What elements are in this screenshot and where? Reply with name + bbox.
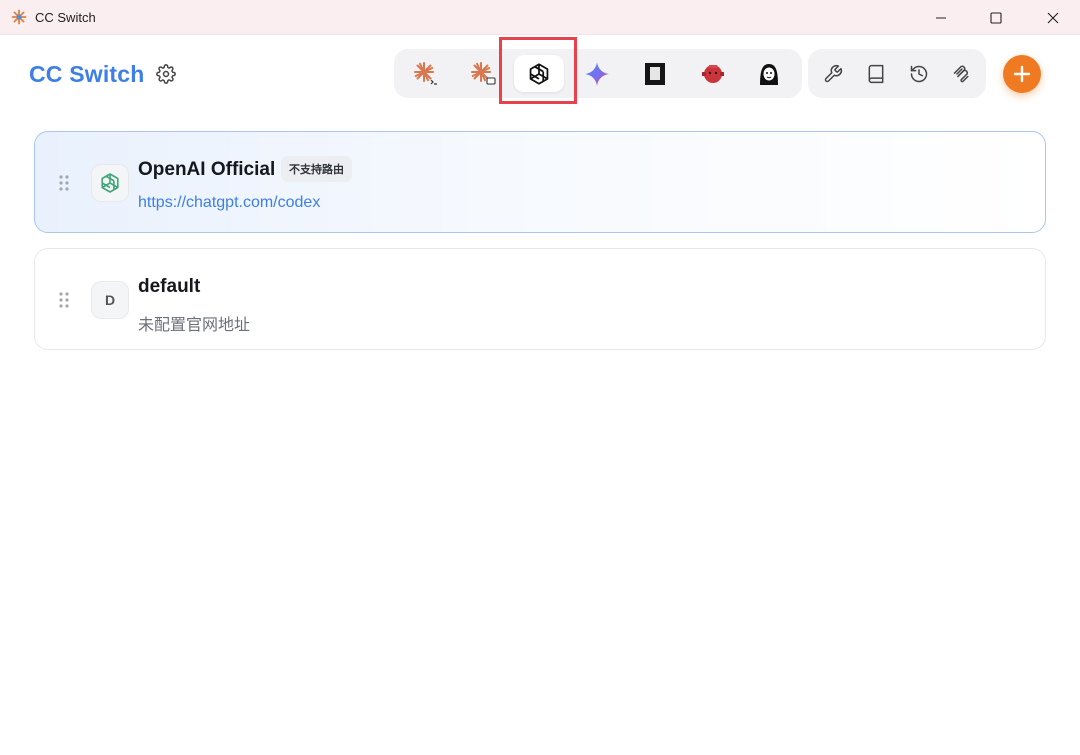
- wrench-icon: [824, 64, 843, 83]
- provider-url-link[interactable]: https://chatgpt.com/codex: [138, 194, 320, 212]
- provider-card-default[interactable]: D default 未配置官网地址: [34, 248, 1046, 350]
- claude-terminal-icon: [414, 61, 437, 85]
- tab-gemini[interactable]: [572, 55, 622, 92]
- maximize-button[interactable]: [968, 0, 1024, 35]
- provider-name: default: [138, 276, 201, 297]
- minimize-button[interactable]: [913, 0, 969, 35]
- provider-avatar-letter: D: [91, 281, 129, 319]
- prompts-button[interactable]: [861, 59, 891, 89]
- gear-icon: [156, 64, 176, 84]
- tab-claude-code[interactable]: [401, 55, 451, 92]
- tools-toolbar: [808, 49, 986, 98]
- opencode-icon: [645, 62, 665, 85]
- close-icon: [1047, 12, 1059, 23]
- drag-handle-icon[interactable]: [58, 174, 70, 192]
- minimize-icon: [936, 17, 946, 18]
- tab-agent[interactable]: [744, 55, 794, 92]
- add-provider-button[interactable]: [1003, 55, 1041, 93]
- book-icon: [868, 64, 884, 84]
- openai-icon: [529, 62, 549, 85]
- history-icon: [910, 65, 928, 83]
- app-title: CC Switch: [29, 61, 145, 87]
- tab-droid[interactable]: [688, 55, 738, 92]
- openai-icon: [101, 173, 119, 193]
- plus-icon: [1013, 65, 1031, 83]
- close-button[interactable]: [1025, 0, 1080, 35]
- window-title: CC Switch: [35, 10, 96, 25]
- history-button[interactable]: [904, 59, 934, 89]
- app-switcher: [394, 49, 802, 98]
- mcp-button[interactable]: [947, 59, 977, 89]
- cc-switch-logo-icon: [11, 9, 27, 25]
- provider-avatar: [91, 164, 129, 202]
- provider-card-openai-official[interactable]: OpenAI Official 不支持路由 https://chatgpt.co…: [34, 131, 1046, 233]
- tab-claude-desktop[interactable]: [458, 55, 508, 92]
- title-bar: CC Switch: [0, 0, 1080, 35]
- claude-desktop-icon: [471, 61, 496, 85]
- provider-url-text: 未配置官网地址: [138, 317, 251, 334]
- status-badge: 不支持路由: [281, 156, 352, 182]
- agent-avatar-icon: [760, 63, 778, 85]
- tab-codex[interactable]: [514, 55, 564, 92]
- maximize-icon: [990, 11, 1002, 24]
- provider-name: OpenAI Official: [138, 159, 276, 180]
- red-droid-icon: [702, 64, 724, 83]
- gemini-sparkle-icon: [585, 61, 609, 86]
- tab-opencode[interactable]: [630, 55, 680, 92]
- mcp-icon: [953, 65, 969, 83]
- tools-button[interactable]: [818, 59, 848, 89]
- settings-button[interactable]: [153, 61, 179, 87]
- drag-handle-icon[interactable]: [58, 291, 70, 309]
